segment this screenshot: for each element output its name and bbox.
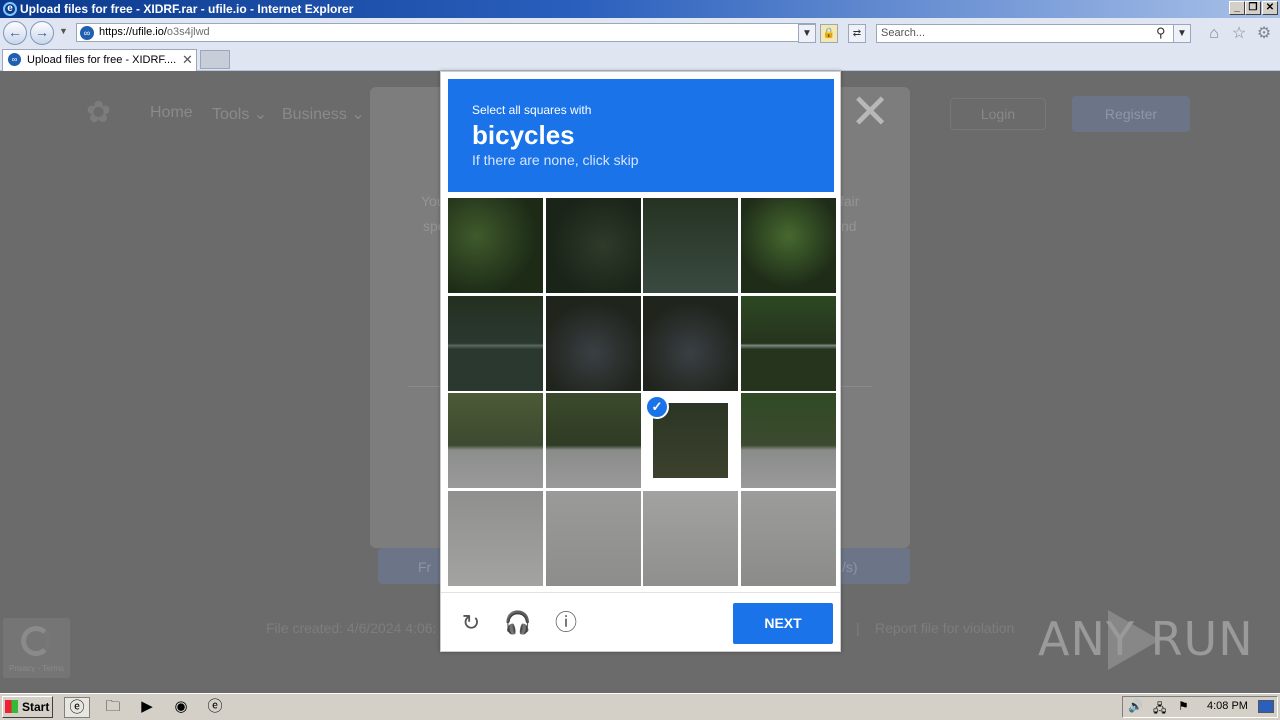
nav-business[interactable]: Business ⌄	[282, 104, 365, 124]
search-input[interactable]: Search...	[876, 24, 1190, 43]
modal-text-fragment: fair	[840, 193, 860, 209]
minimize-button[interactable]: _	[1229, 1, 1245, 15]
favorites-star-icon[interactable]: ☆	[1230, 25, 1248, 43]
captcha-instruction: Select all squares with	[472, 103, 592, 117]
audio-challenge-icon[interactable]: 🎧	[503, 608, 533, 638]
system-tray	[1122, 696, 1278, 718]
home-icon[interactable]: ⌂	[1205, 25, 1223, 43]
report-file-link[interactable]: Report file for violation	[875, 620, 1014, 636]
windows-flag-icon	[5, 700, 18, 713]
action-center-flag-icon[interactable]: ⚑	[1178, 699, 1189, 713]
captcha-tile[interactable]	[448, 490, 543, 586]
captcha-tile[interactable]	[643, 198, 738, 293]
taskbar-edge-icon[interactable]: ⓔ	[202, 697, 228, 718]
search-dropdown-icon[interactable]: ▼	[1173, 24, 1191, 43]
volume-icon[interactable]: 🔊	[1128, 699, 1143, 713]
back-button[interactable]: ←	[3, 21, 27, 45]
captcha-grid	[448, 198, 836, 586]
nav-home[interactable]: Home	[150, 104, 193, 122]
tab-active[interactable]: Upload files for free - XIDRF....	[2, 49, 197, 71]
taskbar-explorer-icon[interactable]: 🗀	[100, 697, 126, 718]
search-icon[interactable]: ⚲	[1156, 25, 1166, 41]
site-favicon-icon: ∞	[80, 26, 94, 40]
settings-gear-icon[interactable]: ⚙	[1255, 25, 1273, 43]
anyrun-watermark: ANY RUN	[1038, 612, 1254, 666]
footer-separator: |	[856, 620, 860, 636]
nav-tools[interactable]: Tools ⌄	[212, 104, 267, 124]
lock-icon[interactable]: 🔒	[820, 24, 838, 43]
file-created-text: File created: 4/6/2024 4:06:	[266, 620, 437, 636]
taskbar-clock: 4:08 PM	[1207, 700, 1248, 712]
login-button[interactable]: Login	[950, 98, 1046, 130]
tile-selected-check-icon: ✓	[645, 395, 669, 419]
captcha-tile[interactable]	[740, 198, 836, 293]
captcha-tile[interactable]	[740, 490, 836, 586]
network-icon[interactable]: 🖧	[1153, 699, 1166, 720]
show-desktop-icon[interactable]	[1258, 700, 1274, 713]
window-title: Upload files for free - XIDRF.rar - ufil…	[20, 2, 354, 16]
refresh-icon[interactable]: ⇄	[848, 24, 866, 43]
captcha-tile[interactable]	[643, 490, 738, 586]
window-title-bar: Upload files for free - XIDRF.rar - ufil…	[0, 0, 1280, 18]
captcha-header: Select all squares with bicycles If ther…	[448, 79, 834, 192]
new-tab-button[interactable]	[200, 50, 230, 69]
free-download-label: Fr	[418, 559, 432, 575]
captcha-tile[interactable]	[740, 393, 836, 488]
address-input[interactable]: https://ufile.io/o3s4jlwd	[76, 23, 816, 42]
restore-button[interactable]: ❐	[1245, 1, 1261, 15]
taskbar-media-player-icon[interactable]: ▶	[134, 697, 160, 718]
ie-logo-icon: e	[3, 2, 17, 16]
modal-text-fragment: nd	[841, 218, 857, 234]
tab-favicon-icon: ∞	[8, 53, 21, 66]
captcha-tile[interactable]	[448, 393, 543, 488]
captcha-tile[interactable]	[545, 393, 641, 488]
captcha-tile[interactable]	[545, 198, 641, 293]
captcha-tile[interactable]	[448, 295, 543, 391]
captcha-tile[interactable]	[643, 295, 738, 391]
recaptcha-badge[interactable]: Privacy - Terms	[3, 618, 70, 678]
captcha-divider	[441, 592, 840, 593]
taskbar-ie-icon[interactable]: ⓔ	[64, 697, 90, 718]
history-dropdown-icon[interactable]: ▼	[59, 26, 68, 36]
next-button[interactable]: NEXT	[733, 603, 833, 644]
tab-close-icon[interactable]: ✕	[182, 52, 193, 68]
captcha-tile[interactable]	[740, 295, 836, 391]
taskbar-chrome-icon[interactable]: ◉	[168, 697, 194, 718]
captcha-tile[interactable]	[545, 490, 641, 586]
register-button[interactable]: Register	[1072, 96, 1190, 132]
address-dropdown-icon[interactable]: ▼	[798, 24, 816, 43]
captcha-hint: If there are none, click skip	[472, 152, 639, 168]
info-icon[interactable]: ⓘ	[551, 608, 581, 638]
close-window-button[interactable]: ✕	[1262, 1, 1278, 15]
forward-button[interactable]: →	[30, 21, 54, 45]
captcha-target: bicycles	[472, 120, 575, 150]
recaptcha-logo-icon	[21, 626, 51, 656]
reload-icon[interactable]: ↻	[456, 608, 486, 638]
speed-label: /s)	[842, 559, 858, 575]
modal-close-icon[interactable]: ✕	[850, 88, 890, 138]
captcha-tile[interactable]	[545, 295, 641, 391]
site-logo-icon[interactable]: ✿	[86, 96, 130, 130]
captcha-tile[interactable]	[448, 198, 543, 293]
